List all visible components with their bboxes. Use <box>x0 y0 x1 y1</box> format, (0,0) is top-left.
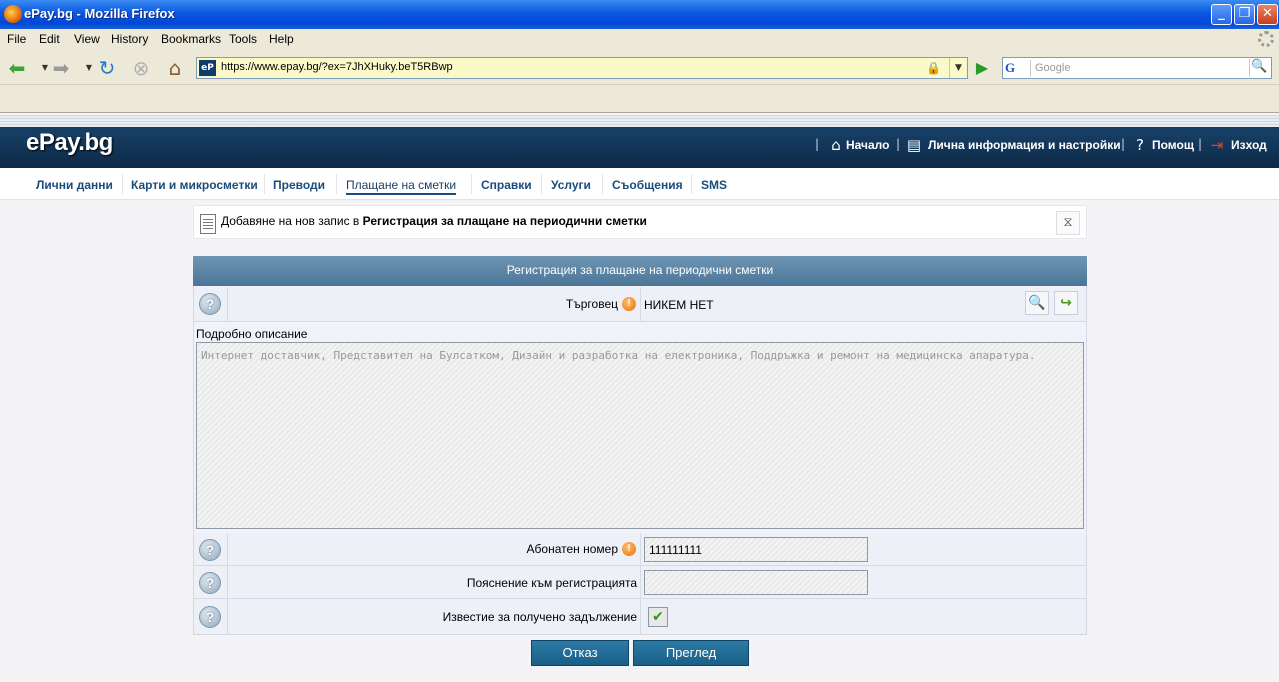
column-divider <box>640 287 641 322</box>
restore-button[interactable]: ❐ <box>1234 4 1255 25</box>
menu-bar: File Edit View History Bookmarks Tools H… <box>0 29 1279 51</box>
reload-icon[interactable]: ↻ <box>96 57 118 79</box>
merchant-label: Търговец <box>565 297 618 311</box>
profile-icon[interactable]: ▤ <box>904 135 924 155</box>
column-divider <box>227 287 228 322</box>
preview-button[interactable]: Преглед <box>633 640 749 666</box>
column-divider <box>640 599 641 634</box>
profile-link[interactable]: Лична информация и настройки <box>928 138 1121 152</box>
tab-cards[interactable]: Карти и микросметки <box>131 178 258 192</box>
help-icon[interactable]: ? <box>199 539 221 561</box>
merchant-search-icon[interactable]: 🔍 <box>1025 291 1049 315</box>
url-text[interactable]: https://www.epay.bg/?ex=7JhXHuky.beT5RBw… <box>221 61 453 73</box>
note-input[interactable] <box>644 570 868 595</box>
menu-bookmarks[interactable]: Bookmarks <box>161 32 221 46</box>
help-icon[interactable]: ? <box>199 572 221 594</box>
help-icon[interactable]: ? <box>199 293 221 315</box>
hourglass-icon[interactable]: ⧖ <box>1056 211 1080 235</box>
note-label: Пояснение към регистрацията <box>466 576 637 590</box>
search-input[interactable]: Google <box>1035 62 1070 74</box>
menu-view[interactable]: View <box>74 32 100 46</box>
tab-separator <box>471 174 472 194</box>
tab-separator <box>336 174 337 194</box>
home-link[interactable]: Начало <box>846 138 889 152</box>
header-separator: | <box>1198 137 1203 151</box>
tab-separator <box>264 174 265 194</box>
cancel-button[interactable]: Отказ <box>531 640 629 666</box>
bookmarks-toolbar <box>0 85 1279 113</box>
header-separator: | <box>896 137 901 151</box>
stop-icon[interactable]: ⊗ <box>130 57 152 79</box>
help-link[interactable]: Помощ <box>1152 138 1194 152</box>
search-engine-icon[interactable]: G <box>1005 60 1031 77</box>
header-separator: | <box>1121 137 1126 151</box>
notify-checkbox[interactable]: ✔ <box>648 607 668 627</box>
tab-reports[interactable]: Справки <box>481 178 532 192</box>
minimize-button[interactable]: _ <box>1211 4 1232 25</box>
tab-separator <box>602 174 603 194</box>
tab-personal[interactable]: Лични данни <box>36 178 113 192</box>
merchant-redirect-icon[interactable]: ↪ <box>1054 291 1078 315</box>
required-icon: ! <box>622 542 636 556</box>
site-logo[interactable]: ePay.bg <box>26 129 113 157</box>
close-button[interactable]: ✕ <box>1257 4 1278 25</box>
column-divider <box>227 599 228 634</box>
tab-separator <box>541 174 542 194</box>
header-separator: | <box>815 137 820 151</box>
menu-tools[interactable]: Tools <box>229 32 257 46</box>
tab-bill-payment[interactable]: Плащане на сметки <box>346 178 457 195</box>
column-divider <box>640 566 641 599</box>
document-icon <box>200 214 216 234</box>
logout-link[interactable]: Изход <box>1231 138 1267 152</box>
form-title: Регистрация за плащане на периодични сме… <box>193 256 1087 286</box>
tab-services[interactable]: Услуги <box>551 178 591 192</box>
tab-separator <box>691 174 692 194</box>
column-divider <box>227 533 228 566</box>
menu-edit[interactable]: Edit <box>39 32 60 46</box>
help-icon[interactable]: ? <box>199 606 221 628</box>
home-link-icon[interactable]: ⌂ <box>826 135 846 155</box>
menu-history[interactable]: History <box>111 32 148 46</box>
back-icon[interactable]: ⬅ <box>6 57 28 79</box>
breadcrumb-target: Регистрация за плащане на периодични сме… <box>362 214 647 228</box>
go-icon[interactable]: ▶ <box>972 58 992 78</box>
column-divider <box>640 533 641 566</box>
search-bar[interactable]: G Google 🔍 <box>1002 57 1272 79</box>
window-titlebar: ePay.bg - Mozilla Firefox _ ❐ ✕ <box>0 0 1279 29</box>
window-title: ePay.bg - Mozilla Firefox <box>24 6 175 21</box>
description-field[interactable]: Интернет доставчик, Представител на Булс… <box>196 342 1084 529</box>
subscriber-number-input[interactable]: 111111111 <box>644 537 868 562</box>
menu-file[interactable]: File <box>7 32 26 46</box>
breadcrumb: Добавяне на нов запис в Регистрация за п… <box>193 205 1087 239</box>
throbber-icon <box>1258 31 1274 47</box>
search-icon[interactable]: 🔍 <box>1249 59 1269 77</box>
merchant-value: НИКЕМ НЕТ <box>644 298 714 312</box>
url-dropdown-icon[interactable]: ▼ <box>949 58 967 78</box>
logout-icon[interactable]: ⇥ <box>1207 135 1227 155</box>
tab-sms[interactable]: SMS <box>701 178 727 192</box>
column-divider <box>227 566 228 599</box>
forward-icon[interactable]: ➡ <box>50 57 72 79</box>
description-label: Подробно описание <box>196 327 308 341</box>
required-icon: ! <box>622 297 636 311</box>
tab-separator <box>122 174 123 194</box>
site-favicon: eP <box>199 60 216 76</box>
subscriber-label: Абонатен номер <box>526 542 618 556</box>
breadcrumb-text: Добавяне на нов запис в Регистрация за п… <box>221 214 647 228</box>
tab-messages[interactable]: Съобщения <box>612 178 683 192</box>
firefox-icon <box>4 5 22 23</box>
lock-icon[interactable]: 🔒 <box>926 61 941 75</box>
help-link-icon[interactable]: ? <box>1130 135 1150 155</box>
menu-help[interactable]: Help <box>269 32 294 46</box>
breadcrumb-prefix: Добавяне на нов запис в <box>221 214 363 228</box>
url-bar[interactable]: eP https://www.epay.bg/?ex=7JhXHuky.beT5… <box>196 57 968 79</box>
home-icon[interactable]: ⌂ <box>164 57 186 79</box>
notify-label: Известие за получено задължение <box>442 610 637 624</box>
tab-transfers[interactable]: Преводи <box>273 178 325 192</box>
